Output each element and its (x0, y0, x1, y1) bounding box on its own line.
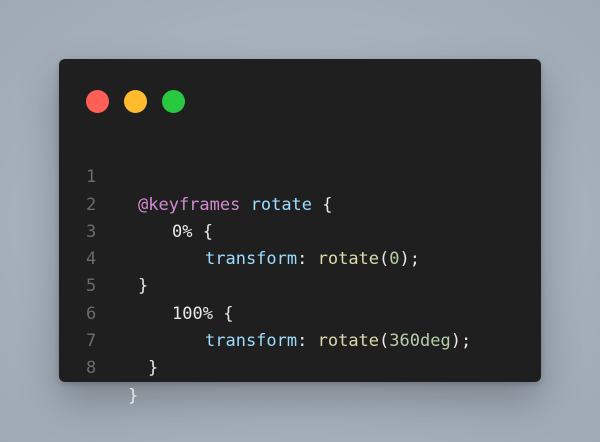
code-line: 4 } (59, 219, 541, 296)
code-window: 1 @keyframes rotate { 2 0% { 3 transform… (59, 59, 541, 406)
close-button[interactable] (86, 90, 109, 113)
maximize-button[interactable] (162, 90, 185, 113)
code-line: 8 } (59, 328, 541, 405)
code-line: 1 @keyframes rotate { (59, 137, 541, 214)
line-number: 8 (86, 358, 97, 379)
code-text: } (148, 355, 158, 382)
brace: } (128, 385, 139, 406)
code-line: 7 } (59, 301, 541, 378)
window-controls (86, 90, 185, 113)
brace: } (148, 358, 159, 379)
code-line: 3 transform: rotate(0); (59, 192, 541, 269)
code-text: } (128, 383, 138, 410)
code-line: 2 0% { (59, 164, 541, 242)
code-block: 1 @keyframes rotate { 2 0% { 3 transform… (59, 137, 541, 405)
code-line: 6 transform: rotate(360deg); (59, 273, 541, 351)
code-line: 5 100% { (59, 246, 541, 323)
minimize-button[interactable] (124, 90, 147, 113)
